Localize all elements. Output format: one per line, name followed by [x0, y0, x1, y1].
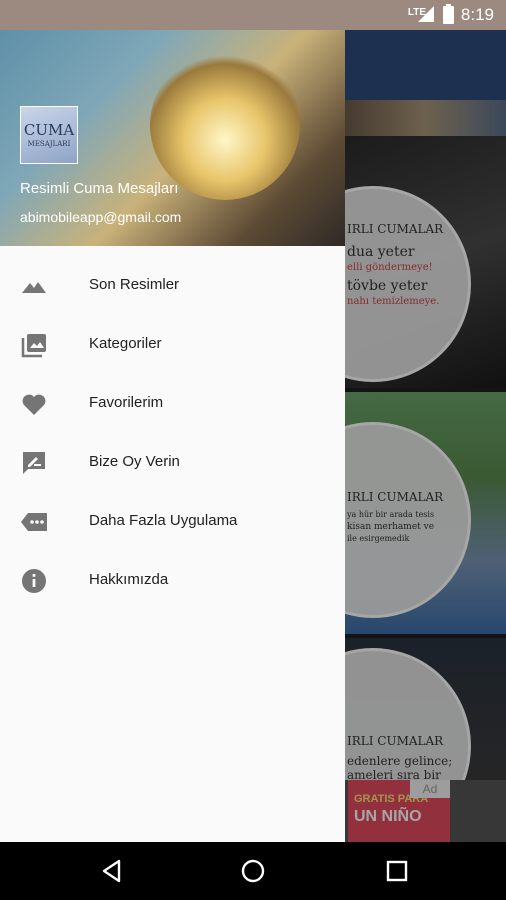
battery-icon — [443, 4, 454, 24]
menu-item-favorilerim[interactable]: Favorilerim — [0, 374, 345, 433]
clock: 8:19 — [460, 5, 494, 24]
signal-icon — [418, 6, 434, 22]
menu-item-kategoriler[interactable]: Kategoriler — [0, 315, 345, 374]
menu-item-label: Favorilerim — [89, 394, 164, 411]
menu-item-label: Son Resimler — [89, 276, 180, 293]
landscape-icon — [20, 273, 48, 299]
logo-text: CUMA — [23, 121, 75, 139]
info-icon — [20, 568, 48, 594]
menu-item-bize-oy-verin[interactable]: Bize Oy Verin — [0, 433, 345, 492]
app-logo: CUMA MESAJLARI — [20, 106, 78, 164]
menu-item-hakkimizda[interactable]: Hakkımızda — [0, 551, 345, 610]
menu-item-label: Bize Oy Verin — [89, 453, 180, 470]
contact-email: abimobileapp@gmail.com — [20, 209, 182, 225]
menu-item-label: Kategoriler — [89, 335, 162, 352]
menu-item-label: Hakkımızda — [89, 571, 169, 588]
status-bar: LTE 8:19 — [0, 0, 506, 30]
recents-icon[interactable] — [384, 858, 410, 884]
app-name: Resimli Cuma Mesajları — [20, 180, 179, 197]
navigation-drawer: CUMA MESAJLARI Resimli Cuma Mesajları ab… — [0, 30, 345, 842]
drawer-scrim[interactable] — [345, 30, 506, 842]
photo-library-icon — [20, 332, 48, 358]
drawer-header: CUMA MESAJLARI Resimli Cuma Mesajları ab… — [0, 30, 345, 246]
system-navigation-bar — [0, 842, 506, 900]
more-apps-icon — [20, 509, 48, 535]
menu-item-label: Daha Fazla Uygulama — [89, 512, 238, 529]
rate-review-icon — [20, 450, 48, 476]
home-icon[interactable] — [240, 858, 266, 884]
heart-icon — [20, 391, 48, 417]
header-background-image — [150, 50, 300, 200]
menu-item-son-resimler[interactable]: Son Resimler — [0, 256, 345, 315]
menu-item-daha-fazla-uygulama[interactable]: Daha Fazla Uygulama — [0, 492, 345, 551]
logo-subtext: MESAJLARI — [27, 140, 71, 148]
back-icon[interactable] — [99, 858, 125, 884]
drawer-menu: Son Resimler Kategoriler Favorilerim Biz… — [0, 256, 345, 610]
